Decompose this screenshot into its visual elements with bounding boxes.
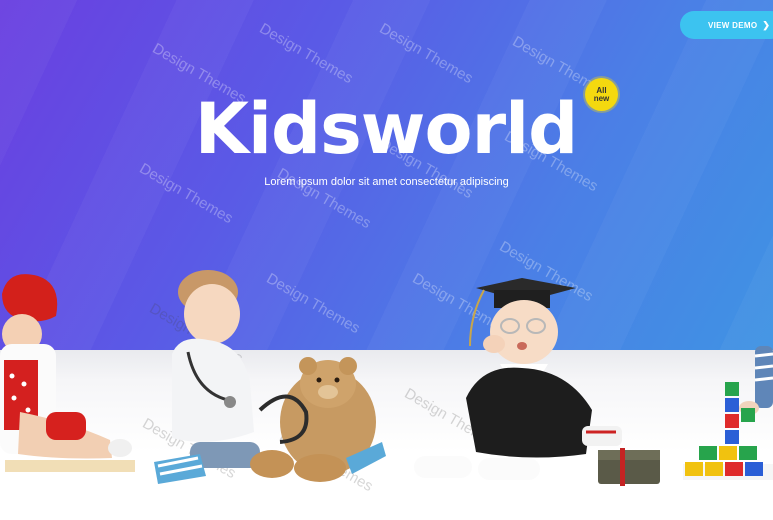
girl-red-hat-image <box>0 272 145 477</box>
badge-line-2: new <box>593 93 610 103</box>
chevron-right-icon: ❯ <box>762 19 771 30</box>
boy-doctor-with-teddy-image <box>150 262 388 490</box>
new-badge: All new <box>585 78 618 111</box>
tagline: Lorem ipsum dolor sit amet consectetur a… <box>264 176 509 188</box>
view-demo-label: VIEW DEMO <box>708 20 758 30</box>
boy-with-blocks-image <box>683 296 773 480</box>
baby-graduate-image <box>410 276 662 488</box>
page-title: Kidsworld <box>194 88 578 170</box>
view-demo-button[interactable]: VIEW DEMO ❯ <box>680 11 773 39</box>
